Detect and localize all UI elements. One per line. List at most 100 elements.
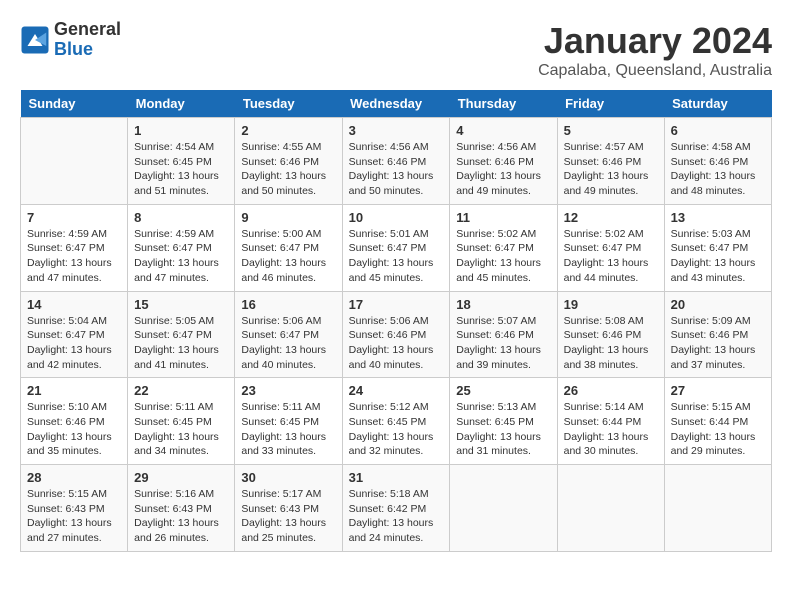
day-number: 17 bbox=[349, 297, 444, 312]
calendar-cell: 8Sunrise: 4:59 AM Sunset: 6:47 PM Daylig… bbox=[128, 204, 235, 291]
day-number: 1 bbox=[134, 123, 228, 138]
calendar-week-row: 21 Sunrise: 5:10 AM Sunset: 6:46 PM Dayli… bbox=[21, 378, 772, 465]
day-number: 4 bbox=[456, 123, 550, 138]
logo-blue-text: Blue bbox=[54, 40, 121, 60]
calendar-cell: 17 Sunrise: 5:06 AM Sunset: 6:46 PM Dayli… bbox=[342, 291, 450, 378]
day-number: 11 bbox=[456, 210, 550, 225]
calendar-cell: 3 Sunrise: 4:56 AM Sunset: 6:46 PM Daylig… bbox=[342, 118, 450, 205]
day-info: Sunrise: 5:12 AM Sunset: 6:45 PM Dayligh… bbox=[349, 400, 444, 459]
day-info: Sunrise: 5:18 AM Sunset: 6:42 PM Dayligh… bbox=[349, 487, 444, 546]
day-number: 18 bbox=[456, 297, 550, 312]
calendar-cell: 20 Sunrise: 5:09 AM Sunset: 6:46 PM Dayli… bbox=[664, 291, 771, 378]
calendar-day-header: Monday bbox=[128, 90, 235, 118]
day-number: 19 bbox=[564, 297, 658, 312]
day-number: 25 bbox=[456, 383, 550, 398]
day-info: Sunrise: 5:10 AM Sunset: 6:46 PM Dayligh… bbox=[27, 400, 121, 459]
day-info: Sunrise: 4:57 AM Sunset: 6:46 PM Dayligh… bbox=[564, 140, 658, 199]
day-info: Sunrise: 4:54 AM Sunset: 6:45 PM Dayligh… bbox=[134, 140, 228, 199]
title-section: January 2024 Capalaba, Queensland, Austr… bbox=[538, 20, 772, 80]
calendar-cell: 23Sunrise: 5:11 AM Sunset: 6:45 PM Dayli… bbox=[235, 378, 342, 465]
calendar-cell bbox=[21, 118, 128, 205]
day-number: 12 bbox=[564, 210, 658, 225]
day-number: 16 bbox=[241, 297, 335, 312]
day-number: 6 bbox=[671, 123, 765, 138]
day-info: Sunrise: 5:01 AM Sunset: 6:47 PM Dayligh… bbox=[349, 227, 444, 286]
day-info: Sunrise: 4:55 AM Sunset: 6:46 PM Dayligh… bbox=[241, 140, 335, 199]
day-info: Sunrise: 5:13 AM Sunset: 6:45 PM Dayligh… bbox=[456, 400, 550, 459]
calendar-cell: 25 Sunrise: 5:13 AM Sunset: 6:45 PM Dayli… bbox=[450, 378, 557, 465]
day-number: 22 bbox=[134, 383, 228, 398]
calendar-cell: 27 Sunrise: 5:15 AM Sunset: 6:44 PM Dayli… bbox=[664, 378, 771, 465]
day-number: 14 bbox=[27, 297, 121, 312]
day-number: 10 bbox=[349, 210, 444, 225]
day-number: 7 bbox=[27, 210, 121, 225]
calendar-cell bbox=[557, 465, 664, 552]
day-info: Sunrise: 5:11 AM Sunset: 6:45 PM Dayligh… bbox=[134, 400, 228, 459]
calendar-cell: 4 Sunrise: 4:56 AM Sunset: 6:46 PM Daylig… bbox=[450, 118, 557, 205]
logo: General Blue bbox=[20, 20, 121, 60]
location: Capalaba, Queensland, Australia bbox=[538, 62, 772, 80]
day-info: Sunrise: 5:09 AM Sunset: 6:46 PM Dayligh… bbox=[671, 314, 765, 373]
calendar-header-row: SundayMondayTuesdayWednesdayThursdayFrid… bbox=[21, 90, 772, 118]
calendar-cell: 12 Sunrise: 5:02 AM Sunset: 6:47 PM Dayli… bbox=[557, 204, 664, 291]
day-info: Sunrise: 5:04 AM Sunset: 6:47 PM Dayligh… bbox=[27, 314, 121, 373]
calendar-day-header: Saturday bbox=[664, 90, 771, 118]
day-info: Sunrise: 5:07 AM Sunset: 6:46 PM Dayligh… bbox=[456, 314, 550, 373]
day-info: Sunrise: 4:56 AM Sunset: 6:46 PM Dayligh… bbox=[456, 140, 550, 199]
calendar-cell: 30 Sunrise: 5:17 AM Sunset: 6:43 PM Dayli… bbox=[235, 465, 342, 552]
page-header: General Blue January 2024 Capalaba, Quee… bbox=[20, 20, 772, 80]
day-number: 8 bbox=[134, 210, 228, 225]
logo-text: General Blue bbox=[54, 20, 121, 60]
month-title: January 2024 bbox=[538, 20, 772, 62]
day-number: 21 bbox=[27, 383, 121, 398]
calendar-week-row: 14 Sunrise: 5:04 AM Sunset: 6:47 PM Dayli… bbox=[21, 291, 772, 378]
day-info: Sunrise: 4:58 AM Sunset: 6:46 PM Dayligh… bbox=[671, 140, 765, 199]
calendar-day-header: Friday bbox=[557, 90, 664, 118]
day-info: Sunrise: 5:14 AM Sunset: 6:44 PM Dayligh… bbox=[564, 400, 658, 459]
logo-icon bbox=[20, 25, 50, 55]
calendar-cell: 9Sunrise: 5:00 AM Sunset: 6:47 PM Daylig… bbox=[235, 204, 342, 291]
calendar-day-header: Thursday bbox=[450, 90, 557, 118]
calendar-cell: 14 Sunrise: 5:04 AM Sunset: 6:47 PM Dayli… bbox=[21, 291, 128, 378]
calendar-cell bbox=[450, 465, 557, 552]
calendar-week-row: 7 Sunrise: 4:59 AM Sunset: 6:47 PM Daylig… bbox=[21, 204, 772, 291]
day-info: Sunrise: 5:17 AM Sunset: 6:43 PM Dayligh… bbox=[241, 487, 335, 546]
day-number: 31 bbox=[349, 470, 444, 485]
calendar-cell: 2Sunrise: 4:55 AM Sunset: 6:46 PM Daylig… bbox=[235, 118, 342, 205]
calendar-cell: 24Sunrise: 5:12 AM Sunset: 6:45 PM Dayli… bbox=[342, 378, 450, 465]
calendar-cell: 18 Sunrise: 5:07 AM Sunset: 6:46 PM Dayli… bbox=[450, 291, 557, 378]
day-info: Sunrise: 5:15 AM Sunset: 6:43 PM Dayligh… bbox=[27, 487, 121, 546]
calendar-day-header: Wednesday bbox=[342, 90, 450, 118]
calendar-cell: 22 Sunrise: 5:11 AM Sunset: 6:45 PM Dayli… bbox=[128, 378, 235, 465]
day-number: 27 bbox=[671, 383, 765, 398]
calendar-cell: 26Sunrise: 5:14 AM Sunset: 6:44 PM Dayli… bbox=[557, 378, 664, 465]
calendar-cell: 5Sunrise: 4:57 AM Sunset: 6:46 PM Daylig… bbox=[557, 118, 664, 205]
day-number: 30 bbox=[241, 470, 335, 485]
day-info: Sunrise: 4:56 AM Sunset: 6:46 PM Dayligh… bbox=[349, 140, 444, 199]
day-number: 28 bbox=[27, 470, 121, 485]
calendar-table: SundayMondayTuesdayWednesdayThursdayFrid… bbox=[20, 90, 772, 552]
day-info: Sunrise: 5:16 AM Sunset: 6:43 PM Dayligh… bbox=[134, 487, 228, 546]
day-info: Sunrise: 5:02 AM Sunset: 6:47 PM Dayligh… bbox=[456, 227, 550, 286]
day-number: 13 bbox=[671, 210, 765, 225]
calendar-cell: 28 Sunrise: 5:15 AM Sunset: 6:43 PM Dayli… bbox=[21, 465, 128, 552]
day-number: 3 bbox=[349, 123, 444, 138]
day-info: Sunrise: 5:11 AM Sunset: 6:45 PM Dayligh… bbox=[241, 400, 335, 459]
calendar-cell: 29 Sunrise: 5:16 AM Sunset: 6:43 PM Dayli… bbox=[128, 465, 235, 552]
day-info: Sunrise: 5:15 AM Sunset: 6:44 PM Dayligh… bbox=[671, 400, 765, 459]
logo-general-text: General bbox=[54, 20, 121, 40]
calendar-cell: 21 Sunrise: 5:10 AM Sunset: 6:46 PM Dayli… bbox=[21, 378, 128, 465]
calendar-cell: 19 Sunrise: 5:08 AM Sunset: 6:46 PM Dayli… bbox=[557, 291, 664, 378]
calendar-cell: 6 Sunrise: 4:58 AM Sunset: 6:46 PM Daylig… bbox=[664, 118, 771, 205]
calendar-week-row: 1 Sunrise: 4:54 AM Sunset: 6:45 PM Daylig… bbox=[21, 118, 772, 205]
day-number: 29 bbox=[134, 470, 228, 485]
day-info: Sunrise: 5:08 AM Sunset: 6:46 PM Dayligh… bbox=[564, 314, 658, 373]
day-info: Sunrise: 4:59 AM Sunset: 6:47 PM Dayligh… bbox=[27, 227, 121, 286]
day-info: Sunrise: 5:06 AM Sunset: 6:46 PM Dayligh… bbox=[349, 314, 444, 373]
calendar-day-header: Tuesday bbox=[235, 90, 342, 118]
day-info: Sunrise: 5:02 AM Sunset: 6:47 PM Dayligh… bbox=[564, 227, 658, 286]
day-info: Sunrise: 5:03 AM Sunset: 6:47 PM Dayligh… bbox=[671, 227, 765, 286]
day-number: 20 bbox=[671, 297, 765, 312]
calendar-day-header: Sunday bbox=[21, 90, 128, 118]
calendar-cell: 31 Sunrise: 5:18 AM Sunset: 6:42 PM Dayli… bbox=[342, 465, 450, 552]
